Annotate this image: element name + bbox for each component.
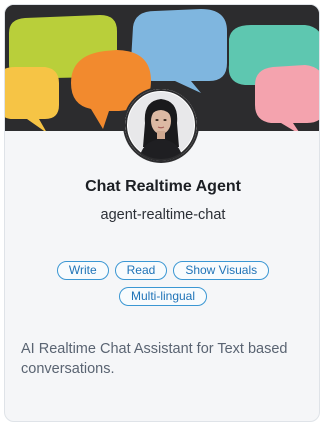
agent-avatar xyxy=(125,89,197,161)
agent-description: AI Realtime Chat Assistant for Text base… xyxy=(21,341,288,377)
tag-read[interactable]: Read xyxy=(114,261,168,280)
tag-show-visuals[interactable]: Show Visuals xyxy=(173,261,270,280)
tag-multi-lingual[interactable]: Multi-lingual xyxy=(118,287,208,306)
agent-slug: agent-realtime-chat xyxy=(100,207,226,223)
capability-tags: Write Read Show Visuals Multi-lingual xyxy=(25,261,301,306)
agent-portrait-icon xyxy=(125,89,197,161)
tag-write[interactable]: Write xyxy=(56,261,109,280)
agent-card[interactable]: Chat Realtime Agent agent-realtime-chat … xyxy=(4,4,320,422)
agent-title: Chat Realtime Agent xyxy=(85,178,241,195)
